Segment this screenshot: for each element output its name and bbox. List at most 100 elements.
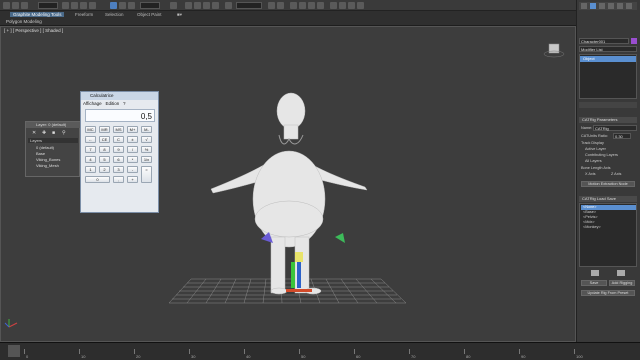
selection-filter-dropdown[interactable]	[38, 2, 58, 9]
search-icon[interactable]: ⚲	[62, 130, 66, 136]
preset-item[interactable]: <Mdx>	[583, 220, 595, 224]
key-mc[interactable]: MC	[85, 126, 96, 133]
render-setup-icon[interactable]	[339, 2, 346, 9]
save-disk-icon[interactable]	[617, 270, 625, 276]
named-selection-icon[interactable]	[225, 2, 232, 9]
tab-selection[interactable]: Selection	[105, 12, 124, 17]
update-rig-button[interactable]: Update Rig From Preset	[581, 290, 635, 296]
close-icon[interactable]: ✕	[32, 130, 36, 136]
key-percent[interactable]: %	[141, 146, 152, 153]
key-sqrt[interactable]: √	[141, 136, 152, 143]
create-tab-icon[interactable]	[581, 3, 587, 9]
key-reciprocal[interactable]: 1/x	[141, 156, 152, 163]
catrig-load-save-rollout[interactable]: CATRig Load Save	[579, 196, 637, 202]
mirror-icon[interactable]	[268, 2, 275, 9]
menu-help[interactable]: ?	[123, 101, 126, 106]
layer-panel-title[interactable]: Layer: 0 (default)	[26, 122, 80, 128]
key-9[interactable]: 9	[113, 146, 124, 153]
modify-tab-icon[interactable]	[590, 3, 596, 9]
platform-bone[interactable]	[286, 289, 312, 292]
percent-snap-icon[interactable]	[203, 2, 210, 9]
catrig-parameters-rollout[interactable]: CATRig Parameters	[579, 117, 637, 123]
layer-manager-icon[interactable]	[290, 2, 297, 9]
radio-active-layer[interactable]: Active Layer	[585, 147, 606, 151]
display-tab-icon[interactable]	[617, 3, 623, 9]
stack-item-object[interactable]: Object	[580, 56, 636, 62]
motion-tab-icon[interactable]	[608, 3, 614, 9]
menu-edition[interactable]: Edition	[105, 101, 119, 106]
move-icon[interactable]	[110, 2, 117, 9]
key-8[interactable]: 8	[99, 146, 110, 153]
key-minus[interactable]: -	[127, 166, 138, 173]
pelvis-bone[interactable]	[295, 252, 303, 262]
window-crossing-icon[interactable]	[89, 2, 96, 9]
hierarchy-tab-icon[interactable]	[599, 3, 605, 9]
scale-icon[interactable]	[128, 2, 135, 9]
radio-contributing-layers[interactable]: Contributing Layers	[585, 153, 618, 157]
key-mminus[interactable]: M-	[141, 126, 152, 133]
tab-object-paint[interactable]: Object Paint	[137, 12, 162, 17]
calculator-window[interactable]: Calculatrice Affichage Edition ? 0,5 MC M…	[80, 91, 159, 213]
material-editor-icon[interactable]	[330, 2, 337, 9]
menu-affichage[interactable]: Affichage	[83, 101, 102, 106]
select-icon[interactable]	[62, 2, 69, 9]
key-plus[interactable]: +	[127, 176, 138, 183]
modifier-list-dropdown[interactable]: Modifier List	[579, 46, 637, 52]
motion-extraction-button[interactable]: Motion Extraction Node	[581, 181, 635, 187]
named-selection-set-dropdown[interactable]	[236, 2, 262, 9]
save-button[interactable]: Save	[581, 280, 607, 286]
key-2[interactable]: 2	[99, 166, 110, 173]
render-icon[interactable]	[357, 2, 364, 9]
key-6[interactable]: 6	[113, 156, 124, 163]
select-by-name-icon[interactable]	[71, 2, 78, 9]
rendered-frame-icon[interactable]	[348, 2, 355, 9]
key-decimal[interactable]: ,	[113, 176, 124, 183]
key-plusminus[interactable]: ±	[127, 136, 138, 143]
link-icon[interactable]	[21, 2, 28, 9]
rig-name-field[interactable]: CATRig	[593, 125, 637, 131]
rotate-icon[interactable]	[119, 2, 126, 9]
viewcube[interactable]	[543, 43, 565, 58]
layer-row[interactable]: Base	[36, 151, 45, 156]
preset-list[interactable]: <None> <Base> <Pelvis> <Mdx> <Monkey>	[579, 203, 637, 267]
utilities-tab-icon[interactable]	[626, 3, 632, 9]
key-divide[interactable]: /	[127, 146, 138, 153]
object-color-swatch[interactable]	[631, 38, 637, 44]
key-mplus[interactable]: M+	[127, 126, 138, 133]
radio-x-axis[interactable]: X Axis	[585, 172, 596, 176]
scale-spinner[interactable]: 0.30	[613, 133, 631, 139]
radio-z-axis[interactable]: Z Axis	[611, 172, 621, 176]
select-layer-icon[interactable]: ■	[52, 130, 55, 136]
time-slider[interactable]	[8, 345, 20, 357]
folder-icon[interactable]	[591, 270, 599, 276]
key-mr[interactable]: MR	[99, 126, 110, 133]
key-c[interactable]: C	[113, 136, 124, 143]
spinner-snap-icon[interactable]	[212, 2, 219, 9]
add-layer-icon[interactable]: ✚	[42, 130, 46, 136]
key-equals[interactable]: =	[141, 166, 152, 183]
preset-item[interactable]: <Base>	[583, 210, 596, 214]
reference-coord-dropdown[interactable]	[140, 2, 160, 9]
character-mesh[interactable]	[210, 92, 368, 295]
undo-icon[interactable]	[3, 2, 10, 9]
key-ms[interactable]: MS	[113, 126, 124, 133]
tab-freeform[interactable]: Freeform	[75, 12, 93, 17]
key-0[interactable]: 0	[85, 176, 110, 183]
leg-bone-blue[interactable]	[297, 262, 301, 288]
key-7[interactable]: 7	[85, 146, 96, 153]
object-name-field[interactable]: Character001	[579, 38, 629, 44]
perspective-viewport[interactable]: [ + ] [ Perspective ] [ Shaded ] Layer: …	[0, 26, 576, 342]
key-3[interactable]: 3	[113, 166, 124, 173]
calculator-title[interactable]: Calculatrice	[81, 92, 158, 100]
key-1[interactable]: 1	[85, 166, 96, 173]
region-select-icon[interactable]	[80, 2, 87, 9]
preset-item[interactable]: <None>	[583, 205, 597, 209]
angle-snap-icon[interactable]	[194, 2, 201, 9]
radio-all-layers[interactable]: All Layers	[585, 159, 602, 163]
redo-icon[interactable]	[12, 2, 19, 9]
layer-row[interactable]: Viking_Bones	[36, 157, 60, 162]
preset-item[interactable]: <Monkey>	[583, 225, 601, 229]
preset-item[interactable]: <Pelvis>	[583, 215, 598, 219]
ribbon-options-icon[interactable]: ■▾	[177, 12, 182, 18]
pivot-icon[interactable]	[170, 2, 177, 9]
